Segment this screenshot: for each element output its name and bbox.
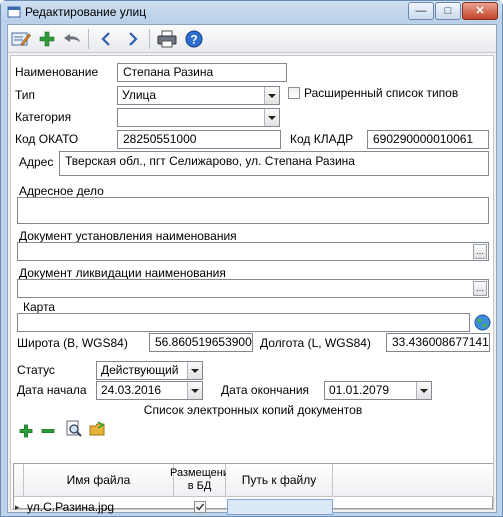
print-icon[interactable] bbox=[156, 28, 178, 50]
close-button[interactable]: ✕ bbox=[462, 2, 498, 20]
address-field[interactable]: Тверская обл., пгт Селижарово, ул. Степа… bbox=[59, 151, 489, 176]
column-header-empty bbox=[333, 464, 493, 497]
edit-icon[interactable] bbox=[10, 28, 32, 50]
toolbar-separator bbox=[149, 29, 150, 49]
prev-icon[interactable] bbox=[95, 28, 117, 50]
extended-types-checkbox[interactable] bbox=[288, 87, 300, 99]
map-label: Карта bbox=[23, 300, 56, 314]
column-header-in-db[interactable]: Размещени в БД bbox=[170, 464, 229, 497]
type-label: Тип bbox=[15, 88, 36, 102]
status-select-value: Действующий bbox=[101, 363, 179, 377]
next-icon[interactable] bbox=[122, 28, 144, 50]
browse-button[interactable]: ... bbox=[473, 244, 487, 259]
address-case-label: Адресное дело bbox=[19, 184, 104, 198]
row-indicator: ▸ bbox=[15, 502, 20, 512]
help-icon[interactable]: ? bbox=[183, 28, 205, 50]
documents-title: Список электронных копий документов bbox=[143, 403, 363, 417]
documents-table: Имя файла Размещени в БД Путь к файлу ▸ … bbox=[13, 463, 493, 515]
chevron-down-icon[interactable] bbox=[187, 382, 202, 399]
lat-label: Широта (B, WGS84) bbox=[17, 336, 128, 350]
preview-icon[interactable] bbox=[65, 420, 85, 440]
checkbox-checked-icon[interactable] bbox=[194, 501, 206, 513]
row-header-corner bbox=[14, 464, 24, 497]
column-header-file[interactable]: Имя файла bbox=[24, 464, 174, 497]
minimize-button[interactable]: — bbox=[408, 2, 434, 20]
extended-types-label: Расширенный список типов bbox=[304, 86, 459, 100]
chevron-down-icon[interactable] bbox=[264, 109, 279, 126]
type-select[interactable]: Улица bbox=[117, 86, 280, 105]
start-date-value: 24.03.2016 bbox=[101, 383, 162, 397]
app-icon bbox=[7, 6, 21, 18]
add-icon[interactable] bbox=[36, 28, 58, 50]
address-case-field[interactable] bbox=[17, 197, 489, 224]
table-cell-in-db[interactable] bbox=[174, 498, 226, 516]
status-label: Статус bbox=[17, 363, 55, 377]
edit-form: Наименование Степана Разина Тип Улица Ра… bbox=[10, 55, 494, 515]
doc-liquidation-field[interactable]: ... bbox=[17, 279, 489, 298]
address-label: Адрес bbox=[19, 155, 54, 169]
category-select[interactable] bbox=[117, 108, 280, 127]
map-field[interactable] bbox=[17, 313, 470, 332]
start-date-picker[interactable]: 24.03.2016 bbox=[96, 381, 203, 400]
toolbar: ? bbox=[8, 25, 496, 53]
table-cell-file[interactable]: ул.С.Разина.jpg bbox=[27, 498, 172, 516]
toolbar-separator bbox=[88, 29, 89, 49]
chevron-down-icon[interactable] bbox=[187, 362, 202, 379]
browse-button[interactable]: ... bbox=[473, 281, 487, 296]
doc-establish-field[interactable]: ... bbox=[17, 242, 489, 261]
open-folder-icon[interactable] bbox=[89, 420, 109, 440]
window-title: Редактирование улиц bbox=[25, 5, 147, 19]
category-label: Категория bbox=[15, 110, 72, 124]
lon-label: Долгота (L, WGS84) bbox=[260, 336, 371, 350]
start-date-label: Дата начала bbox=[17, 383, 87, 397]
lat-field[interactable]: 56.8605196539008 bbox=[149, 333, 253, 352]
end-date-label: Дата окончания bbox=[221, 383, 310, 397]
status-select[interactable]: Действующий bbox=[96, 361, 203, 380]
table-cell-path[interactable] bbox=[227, 499, 333, 515]
type-select-value: Улица bbox=[122, 88, 157, 102]
chevron-down-icon[interactable] bbox=[264, 87, 279, 104]
name-field[interactable]: Степана Разина bbox=[117, 63, 287, 82]
okato-field[interactable]: 28250551000 bbox=[117, 130, 281, 149]
svg-text:?: ? bbox=[190, 33, 197, 47]
undo-icon[interactable] bbox=[61, 28, 83, 50]
end-date-value: 01.01.2079 bbox=[329, 383, 390, 397]
end-date-picker[interactable]: 01.01.2079 bbox=[324, 381, 432, 400]
okato-label: Код ОКАТО bbox=[15, 132, 79, 146]
add-icon[interactable] bbox=[17, 422, 37, 440]
kladr-field[interactable]: 690290000010061 bbox=[367, 130, 489, 149]
maximize-button[interactable]: □ bbox=[435, 2, 461, 20]
chevron-down-icon[interactable] bbox=[416, 382, 431, 399]
remove-icon[interactable] bbox=[39, 422, 59, 440]
globe-icon[interactable] bbox=[474, 314, 491, 331]
doc-liquidation-label: Документ ликвидации наименования bbox=[19, 266, 226, 280]
name-label: Наименование bbox=[15, 65, 99, 79]
window: Редактирование улиц — □ ✕ ? Наименование… bbox=[0, 0, 503, 517]
client-area: ? Наименование Степана Разина Тип Улица … bbox=[7, 24, 497, 515]
lon-field[interactable]: 33.4360086771413 bbox=[386, 333, 490, 352]
doc-establish-label: Документ установления наименования bbox=[19, 229, 237, 243]
title-bar[interactable]: Редактирование улиц — □ ✕ bbox=[1, 1, 502, 23]
kladr-label: Код КЛАДР bbox=[290, 132, 354, 146]
column-header-path[interactable]: Путь к файлу bbox=[226, 464, 333, 497]
